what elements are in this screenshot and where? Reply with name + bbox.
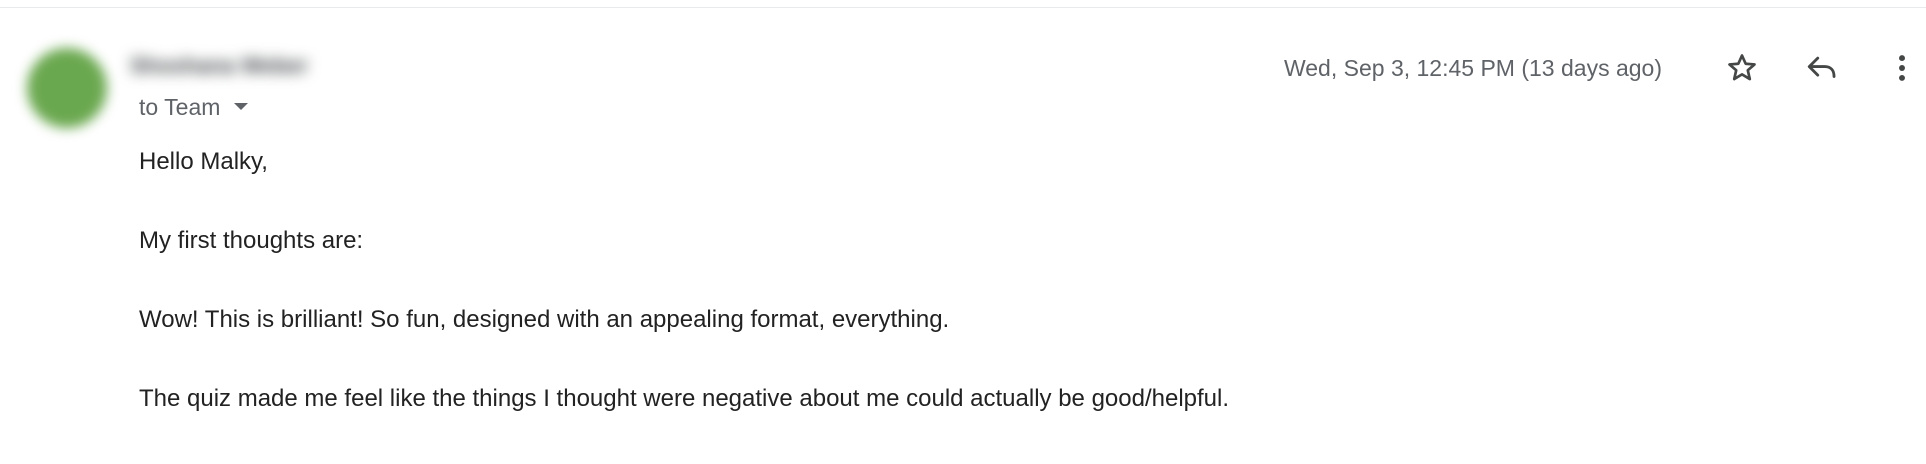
message-paragraph: The quiz made me feel like the things I … [139, 385, 1230, 412]
top-divider [0, 7, 1926, 8]
message-paragraph: Wow! This is brilliant! So fun, designed… [139, 306, 950, 333]
more-vertical-icon[interactable] [1878, 44, 1926, 92]
message-body: Hello Malky, My first thoughts are: Wow!… [139, 148, 1839, 464]
message-paragraph: My first thoughts are: [139, 227, 364, 254]
reply-icon[interactable] [1798, 44, 1846, 92]
chevron-down-icon[interactable] [232, 101, 250, 113]
message-greeting: Hello Malky, [139, 148, 268, 175]
message-header-actions: Wed, Sep 3, 12:45 PM (13 days ago) [1284, 46, 1926, 90]
recipient-details-toggle[interactable]: to Team [139, 92, 250, 122]
message-date: Wed, Sep 3, 12:45 PM (13 days ago) [1283, 54, 1662, 81]
sender-name[interactable]: Shoshana Weber [130, 52, 308, 80]
avatar[interactable] [27, 48, 107, 128]
recipient-label: to Team [139, 93, 221, 120]
star-icon[interactable] [1718, 44, 1766, 92]
